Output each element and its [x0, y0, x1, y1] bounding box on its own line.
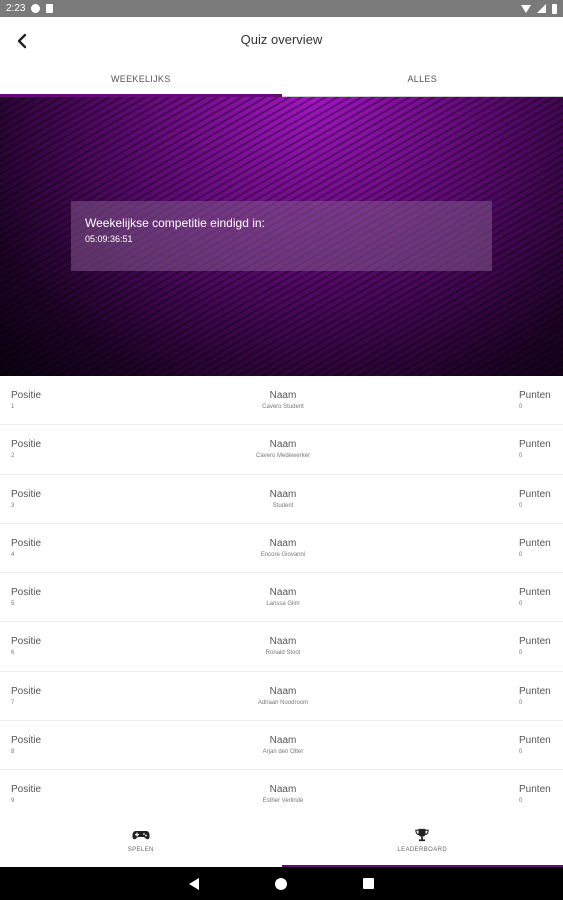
position-value: 2 — [11, 453, 15, 460]
countdown-box: Weekelijkse competitie eindigd in: 05:09… — [71, 201, 492, 271]
points-value: 0 — [519, 502, 523, 509]
points-value: 0 — [519, 798, 523, 805]
position-value: 7 — [11, 699, 15, 706]
points-header: Punten — [519, 735, 551, 747]
table-row[interactable]: Positie 8 Naam Arjan den Otter Punten 0 — [0, 721, 563, 771]
name-header: Naam — [269, 537, 297, 549]
points-value: 0 — [519, 551, 523, 558]
name-value: Arjan den Otter — [262, 749, 304, 756]
leaderboard-list: Positie 1 Naam Cavero Student Punten 0 Posi… — [0, 376, 563, 816]
table-row[interactable]: Positie 3 Naam Student Punten 0 — [0, 475, 563, 524]
table-row[interactable]: Positie 6 Naam Ronald Stoot Punten 0 — [0, 622, 563, 672]
notification-icon — [31, 4, 41, 13]
position-header: Positie — [11, 390, 42, 401]
status-bar: 2:23 — [0, 0, 563, 17]
points-header: Punten — [519, 636, 551, 648]
countdown-value: 05:09:36:51 — [85, 234, 133, 244]
tab-alles[interactable]: ALLES — [281, 65, 563, 97]
points-header: Punten — [519, 390, 551, 401]
name-header: Naam — [269, 488, 297, 500]
table-row[interactable]: Positie 4 Naam Encore Giovanni Punten 0 — [0, 524, 563, 574]
position-value: 5 — [11, 601, 15, 608]
position-value: 9 — [11, 798, 15, 805]
system-home-icon[interactable] — [275, 877, 287, 890]
points-header: Punten — [519, 537, 551, 549]
position-header: Positie — [11, 636, 42, 648]
battery-icon — [552, 3, 557, 14]
position-header: Positie — [11, 685, 42, 697]
tab-bar: WEEKELIJKS ALLES — [0, 65, 563, 97]
points-value: 0 — [519, 699, 523, 706]
table-row[interactable]: Positie 2 Naam Cavero Medewerker Punten 0 — [0, 425, 563, 475]
position-value: 1 — [11, 404, 15, 410]
name-header: Naam — [269, 735, 297, 747]
wifi-icon — [521, 4, 531, 13]
status-time: 2:23 — [6, 3, 26, 14]
position-header: Positie — [11, 439, 42, 451]
gamepad-icon — [132, 831, 150, 840]
nav-spelen[interactable]: SPELEN — [0, 816, 282, 867]
name-value: Adriaan Noodroom — [257, 699, 309, 706]
position-header: Positie — [11, 488, 42, 500]
points-value: 0 — [519, 404, 523, 410]
signal-icon — [537, 4, 546, 13]
trophy-icon — [415, 828, 429, 842]
nav-leaderboard[interactable]: LEADERBOARD — [281, 816, 563, 867]
nav-spelen-label: SPELEN — [127, 847, 154, 853]
position-header: Positie — [11, 735, 42, 747]
sim-icon — [46, 4, 54, 13]
name-value: Student — [272, 502, 294, 509]
table-row[interactable]: Positie 9 Naam Esther Verlinde Punten 0 — [0, 770, 563, 816]
position-value: 8 — [11, 749, 15, 756]
points-header: Punten — [519, 685, 551, 697]
table-row[interactable]: Positie 1 Naam Cavero Student Punten 0 — [0, 376, 563, 426]
nav-leaderboard-label: LEADERBOARD — [397, 847, 448, 853]
app-bar: Quiz overview — [0, 17, 563, 65]
tab-weekelijks[interactable]: WEEKELIJKS — [0, 65, 282, 97]
position-value: 4 — [11, 551, 15, 558]
name-header: Naam — [269, 587, 297, 599]
name-header: Naam — [269, 390, 297, 401]
table-row[interactable]: Positie 5 Naam Larissa Glim Punten 0 — [0, 573, 563, 623]
system-nav-bar — [0, 867, 563, 900]
points-value: 0 — [519, 601, 523, 608]
points-header: Punten — [519, 784, 551, 796]
name-header: Naam — [269, 636, 297, 648]
name-header: Naam — [269, 685, 297, 697]
points-header: Punten — [519, 439, 551, 451]
points-value: 0 — [519, 650, 523, 657]
competition-banner: Weekelijkse competitie eindigd in: 05:09… — [0, 97, 563, 376]
position-value: 6 — [11, 650, 15, 657]
name-value: Cavero Medewerker — [255, 453, 311, 460]
name-value: Ronald Stoot — [265, 650, 301, 657]
position-value: 3 — [11, 502, 15, 509]
table-row[interactable]: Positie 7 Naam Adriaan Noodroom Punten 0 — [0, 672, 563, 722]
name-header: Naam — [269, 784, 297, 796]
position-header: Positie — [11, 784, 42, 796]
points-header: Punten — [519, 587, 551, 599]
points-value: 0 — [519, 453, 523, 460]
page-title: Quiz overview — [240, 32, 323, 47]
points-value: 0 — [519, 749, 523, 756]
system-recents-icon[interactable] — [363, 878, 374, 889]
system-back-icon[interactable] — [189, 877, 199, 890]
name-value: Esther Verlinde — [262, 798, 304, 805]
name-value: Encore Giovanni — [260, 551, 306, 558]
bottom-nav: SPELEN LEADERBOARD — [0, 816, 563, 867]
points-header: Punten — [519, 488, 551, 500]
position-header: Positie — [11, 587, 42, 599]
countdown-label: Weekelijkse competitie eindigd in: — [85, 216, 265, 230]
name-value: Cavero Student — [262, 404, 304, 410]
name-header: Naam — [269, 439, 297, 451]
name-value: Larissa Glim — [266, 601, 300, 608]
position-header: Positie — [11, 537, 42, 549]
